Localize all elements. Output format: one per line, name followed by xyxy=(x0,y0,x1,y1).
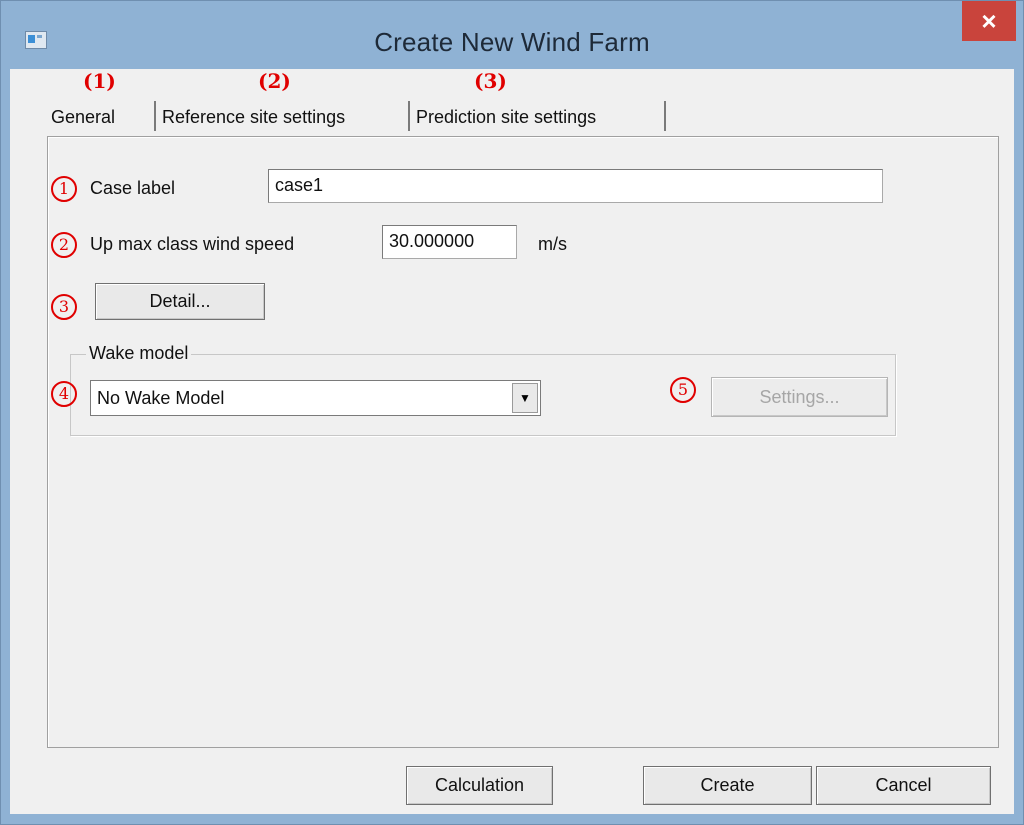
tab-separator xyxy=(154,101,156,131)
cancel-button[interactable]: Cancel xyxy=(816,766,991,805)
wake-model-select[interactable]: No Wake Model ▼ xyxy=(90,380,541,416)
wind-speed-unit: m/s xyxy=(538,234,567,254)
dropdown-arrow-icon[interactable]: ▼ xyxy=(512,383,538,413)
tab-reference-label: Reference site settings xyxy=(162,107,346,127)
create-wind-farm-window: Create New Wind Farm × (1) (2) (3) Gener… xyxy=(0,0,1024,825)
window-title: Create New Wind Farm xyxy=(374,27,650,57)
detail-button[interactable]: Detail... xyxy=(95,283,265,320)
annotation-tab-3: (3) xyxy=(474,69,507,93)
wake-settings-button[interactable]: Settings... xyxy=(711,377,888,417)
tab-strip: (1) (2) (3) General Reference site setti… xyxy=(10,69,1014,139)
tab-general[interactable]: General xyxy=(51,101,115,133)
annotation-circle-5: 5 xyxy=(670,377,696,403)
case-label-text: Case label xyxy=(90,178,176,198)
max-wind-speed-label: Up max class wind speed xyxy=(90,234,295,254)
general-tab-panel xyxy=(47,136,999,748)
wake-model-group-title: Wake model xyxy=(86,343,192,364)
tab-separator xyxy=(664,101,666,131)
create-button[interactable]: Create xyxy=(643,766,812,805)
title-bar[interactable]: Create New Wind Farm × xyxy=(1,1,1023,69)
tab-reference-site-settings[interactable]: Reference site settings xyxy=(162,101,345,133)
dialog-client-area: (1) (2) (3) General Reference site setti… xyxy=(10,69,1014,814)
annotation-circle-1: 1 xyxy=(51,176,77,202)
wake-model-selected-value: No Wake Model xyxy=(97,388,225,408)
tab-general-label: General xyxy=(51,107,116,127)
annotation-circle-3: 3 xyxy=(51,294,77,320)
calculation-button[interactable]: Calculation xyxy=(406,766,553,805)
close-button[interactable]: × xyxy=(962,1,1016,41)
annotation-tab-1: (1) xyxy=(83,69,116,93)
tab-prediction-label: Prediction site settings xyxy=(416,107,597,127)
max-wind-speed-input[interactable]: 30.000000 xyxy=(382,225,517,259)
case-label-input[interactable]: case1 xyxy=(268,169,883,203)
annotation-tab-2: (2) xyxy=(258,69,291,93)
tab-prediction-site-settings[interactable]: Prediction site settings xyxy=(416,101,596,133)
annotation-circle-2: 2 xyxy=(51,232,77,258)
annotation-circle-4: 4 xyxy=(51,381,77,407)
tab-separator xyxy=(408,101,410,131)
